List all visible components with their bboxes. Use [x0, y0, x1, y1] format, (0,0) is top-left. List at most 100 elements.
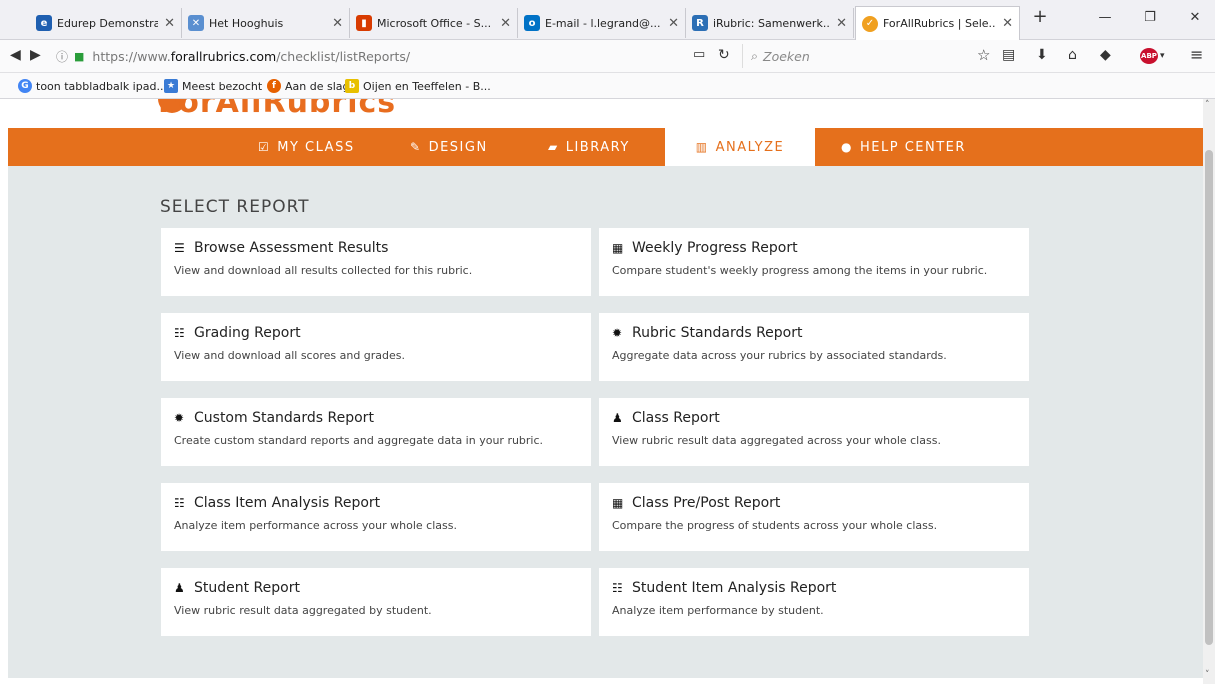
report-content: SELECT REPORT ☰ Browse Assessment Results… [8, 166, 1203, 678]
search-icon: ⌕ [751, 48, 759, 63]
certificate-icon: ✹ [612, 326, 623, 340]
scroll-up-icon[interactable]: ˄ [1205, 100, 1210, 110]
book-icon: ▰ [548, 140, 559, 154]
lock-icon: ■ [74, 50, 85, 63]
bookmark-label: Aan de slag [285, 79, 350, 93]
home-icon[interactable]: ⌂ [1068, 47, 1077, 63]
bookmark-label: toon tabbladbalk ipad... [36, 79, 167, 93]
tab-label: Microsoft Office - S... [377, 16, 492, 30]
report-card-rubric-standards[interactable]: ✹ Rubric Standards Report Aggregate data … [599, 313, 1029, 381]
nav-label: LIBRARY [565, 139, 630, 155]
report-card-student[interactable]: ♟ Student Report View rubric result data … [161, 568, 591, 636]
report-title: Class Item Analysis Report [194, 495, 381, 511]
google-icon: G [18, 79, 32, 93]
close-icon[interactable]: ✕ [836, 16, 847, 31]
bookmark-item[interactable]: ★ Meest bezocht [164, 79, 262, 93]
report-description: Compare student's weekly progress among … [612, 264, 988, 277]
close-icon[interactable]: ✕ [332, 16, 343, 31]
report-description: View and download all results collected … [174, 264, 473, 277]
list-icon: ☰ [174, 241, 185, 255]
list-alt-icon: ☷ [174, 326, 185, 340]
bookmark-item[interactable]: b Oijen en Teeffelen - B... [345, 79, 491, 93]
user-icon: ♟ [174, 581, 185, 595]
url-bar[interactable]: ⓘ ■ https://www. forallrubrics.com /chec… [56, 44, 656, 69]
chevron-down-icon[interactable]: ▾ [1160, 51, 1165, 61]
table-icon: ☷ [174, 496, 185, 510]
tab-label: iRubric: Samenwerk... [713, 16, 831, 30]
nav-my-class[interactable]: ☑ MY CLASS [258, 128, 355, 166]
minimize-icon[interactable]: — [1085, 10, 1125, 25]
nav-label: DESIGN [428, 139, 488, 155]
url-domain: forallrubrics.com [170, 49, 277, 64]
new-tab-icon[interactable]: + [1020, 6, 1060, 27]
office-icon: ▮ [356, 15, 372, 31]
tab-edurep[interactable]: e Edurep Demonstrat... ✕ [30, 8, 182, 38]
menu-icon[interactable]: ≡ [1190, 45, 1203, 64]
url-prefix: https://www. [92, 49, 171, 64]
info-icon[interactable]: ⓘ [56, 48, 68, 65]
tab-irubric[interactable]: R iRubric: Samenwerk... ✕ [686, 8, 854, 38]
tab-microsoft-office[interactable]: ▮ Microsoft Office - S... ✕ [350, 8, 518, 38]
report-title: Weekly Progress Report [632, 240, 798, 256]
bookmark-item[interactable]: f Aan de slag [267, 79, 350, 93]
users-icon: ♟ [612, 411, 623, 425]
tab-label: Het Hooghuis [209, 16, 284, 30]
report-card-grading[interactable]: ☷ Grading Report View and download all sc… [161, 313, 591, 381]
checkbox-icon: ☑ [258, 140, 271, 154]
pocket-icon[interactable]: ◆ [1100, 47, 1111, 63]
restore-icon[interactable]: ❐ [1130, 10, 1170, 25]
report-card-class-pre-post[interactable]: ▦ Class Pre/Post Report Compare the progr… [599, 483, 1029, 551]
close-icon[interactable]: ✕ [1002, 16, 1013, 31]
reload-icon[interactable]: ↻ [718, 47, 730, 63]
bookmarks-bar: G toon tabbladbalk ipad... ★ Meest bezoc… [0, 73, 1215, 99]
back-icon[interactable]: ◀ [10, 47, 21, 63]
search-input[interactable]: ⌕ Zoeken [742, 44, 969, 68]
report-title: Student Item Analysis Report [632, 580, 837, 596]
tab-label: E-mail - l.legrand@... [545, 16, 661, 30]
reader-view-icon[interactable]: ▭ [693, 47, 705, 62]
tab-strip: e Edurep Demonstrat... ✕ ✕ Het Hooghuis … [0, 0, 1215, 40]
tab-forallrubrics[interactable]: ✓ ForAllRubrics | Sele... ✕ [855, 6, 1020, 40]
report-description: Aggregate data across your rubrics by as… [612, 349, 947, 362]
nav-library[interactable]: ▰ LIBRARY [548, 128, 630, 166]
bhic-icon: b [345, 79, 359, 93]
hooghuis-icon: ✕ [188, 15, 204, 31]
report-card-class-item-analysis[interactable]: ☷ Class Item Analysis Report Analyze item… [161, 483, 591, 551]
report-card-custom-standards[interactable]: ✹ Custom Standards Report Create custom s… [161, 398, 591, 466]
firefox-icon: f [267, 79, 281, 93]
forward-icon[interactable]: ▶ [30, 47, 41, 63]
nav-help-center[interactable]: ● HELP CENTER [841, 128, 966, 166]
report-description: View rubric result data aggregated acros… [612, 434, 941, 447]
close-icon[interactable]: ✕ [500, 16, 511, 31]
tab-hooghuis[interactable]: ✕ Het Hooghuis ✕ [182, 8, 350, 38]
navigation-bar: ◀ ▶ ⓘ ■ https://www. forallrubrics.com /… [0, 40, 1215, 73]
scrollbar-thumb[interactable] [1205, 150, 1213, 645]
report-card-browse-assessment-results[interactable]: ☰ Browse Assessment Results View and down… [161, 228, 591, 296]
nav-label: MY CLASS [277, 139, 355, 155]
nav-label: ANALYZE [715, 139, 785, 155]
adblock-icon[interactable]: ABP [1140, 48, 1158, 64]
report-card-student-item-analysis[interactable]: ☷ Student Item Analysis Report Analyze it… [599, 568, 1029, 636]
report-title: Grading Report [194, 325, 301, 341]
close-icon[interactable]: ✕ [668, 16, 679, 31]
tab-email[interactable]: o E-mail - l.legrand@... ✕ [518, 8, 686, 38]
bookmark-label: Meest bezocht [182, 79, 263, 93]
report-description: Create custom standard reports and aggre… [174, 434, 544, 447]
site-logo[interactable]: ForAllRubrics [158, 99, 396, 120]
report-card-weekly-progress[interactable]: ▦ Weekly Progress Report Compare student'… [599, 228, 1029, 296]
report-title: Browse Assessment Results [194, 240, 389, 256]
close-icon[interactable]: ✕ [164, 16, 175, 31]
nav-analyze[interactable]: ▥ ANALYZE [665, 128, 815, 166]
chart-icon: ▥ [695, 140, 709, 154]
report-card-class[interactable]: ♟ Class Report View rubric result data ag… [599, 398, 1029, 466]
nav-design[interactable]: ✎ DESIGN [410, 128, 488, 166]
bookmark-item[interactable]: G toon tabbladbalk ipad... [18, 79, 167, 93]
bookmark-label: Oijen en Teeffelen - B... [363, 79, 491, 93]
irubric-icon: R [692, 15, 708, 31]
report-description: Analyze item performance by student. [612, 604, 824, 617]
window-close-icon[interactable]: ✕ [1175, 10, 1215, 25]
scroll-down-icon[interactable]: ˅ [1205, 670, 1210, 680]
reading-list-icon[interactable]: ▤ [1002, 47, 1015, 63]
download-icon[interactable]: ⬇ [1036, 47, 1048, 63]
bookmark-star-icon[interactable]: ☆ [977, 46, 990, 64]
